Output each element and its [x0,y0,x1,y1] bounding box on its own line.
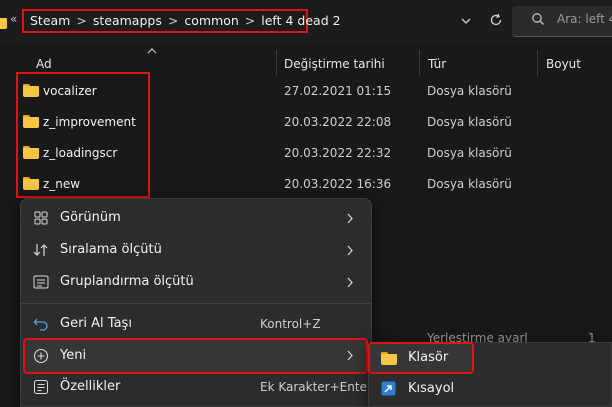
sort-icon [33,244,48,256]
column-modified[interactable]: Değiştirme tarihi [284,57,385,71]
chevron-right-icon [347,213,353,224]
crumb-separator: > [76,13,87,28]
search-icon [532,13,544,25]
column-divider[interactable] [276,50,277,76]
menu-item-properties[interactable]: Özellikler Ek Karakter+Enter [24,373,372,401]
dropdown-chevron-icon[interactable] [460,15,472,27]
crumb-steam[interactable]: Steam [30,13,70,28]
file-type: Dosya klasörü [427,115,512,129]
menu-item-label: Yeni [60,348,87,363]
submenu-item-folder[interactable]: Klasör [372,345,472,371]
add-circle-icon [33,348,49,364]
file-type: Dosya klasörü [427,84,512,98]
undo-icon [33,318,48,331]
menu-item-view[interactable]: Görünüm [24,204,368,232]
file-modified: 20.03.2022 22:32 [284,146,392,160]
breadcrumb[interactable]: Steam > steamapps > common > left 4 dead 2 [30,10,341,32]
search-input[interactable]: Ara: left 4 dea [557,12,612,26]
file-type: Dosya klasörü [427,177,512,191]
menu-item-label: Sıralama ölçütü [60,242,162,257]
chevron-right-icon [347,245,353,256]
shortcut-arrow-icon [381,381,396,396]
properties-icon [34,380,48,394]
file-type: Dosya klasörü [427,146,512,160]
group-list-icon [33,275,49,289]
column-name[interactable]: Ad [36,57,52,71]
column-divider[interactable] [419,50,420,76]
chevron-right-icon [347,350,353,361]
file-modified: 20.03.2022 22:08 [284,115,392,129]
menu-item-label: Özellikler [60,379,121,394]
menu-item-new[interactable]: Yeni [24,341,368,371]
submenu-item-label: Klasör [408,350,449,365]
menu-item-undo-move[interactable]: Geri Al Taşı Kontrol+Z [24,310,368,338]
menu-item-shortcut: Ek Karakter+Enter [260,380,372,394]
crumb-separator: > [244,13,256,28]
column-divider[interactable] [537,50,538,76]
submenu-item-shortcut[interactable]: Kısayol [372,376,572,402]
view-grid-icon [34,211,48,225]
file-modified: 20.03.2022 16:36 [284,177,392,191]
menu-separator [21,303,371,304]
crumb-separator: > [167,13,179,28]
menu-item-label: Geri Al Taşı [60,316,132,331]
column-size[interactable]: Boyut [546,57,581,71]
menu-item-group[interactable]: Gruplandırma ölçütü [24,268,368,296]
menu-item-label: Gruplandırma ölçütü [60,274,194,289]
chevron-right-icon [347,277,353,288]
menu-item-sort[interactable]: Sıralama ölçütü [24,236,368,264]
submenu-item-label: Kısayol [408,381,455,396]
menu-item-label: Görünüm [60,210,121,225]
names-highlight [16,72,150,198]
sort-ascending-icon[interactable] [147,47,157,54]
refresh-icon[interactable] [488,12,504,28]
crumb-steamapps[interactable]: steamapps [93,13,162,28]
crumb-left4dead2[interactable]: left 4 dead 2 [261,13,340,28]
column-type[interactable]: Tür [428,57,446,71]
crumb-common[interactable]: common [184,13,238,28]
overflow-crumb[interactable]: « [10,12,17,26]
menu-item-shortcut: Kontrol+Z [260,317,321,331]
file-modified: 27.02.2021 01:15 [284,84,392,98]
